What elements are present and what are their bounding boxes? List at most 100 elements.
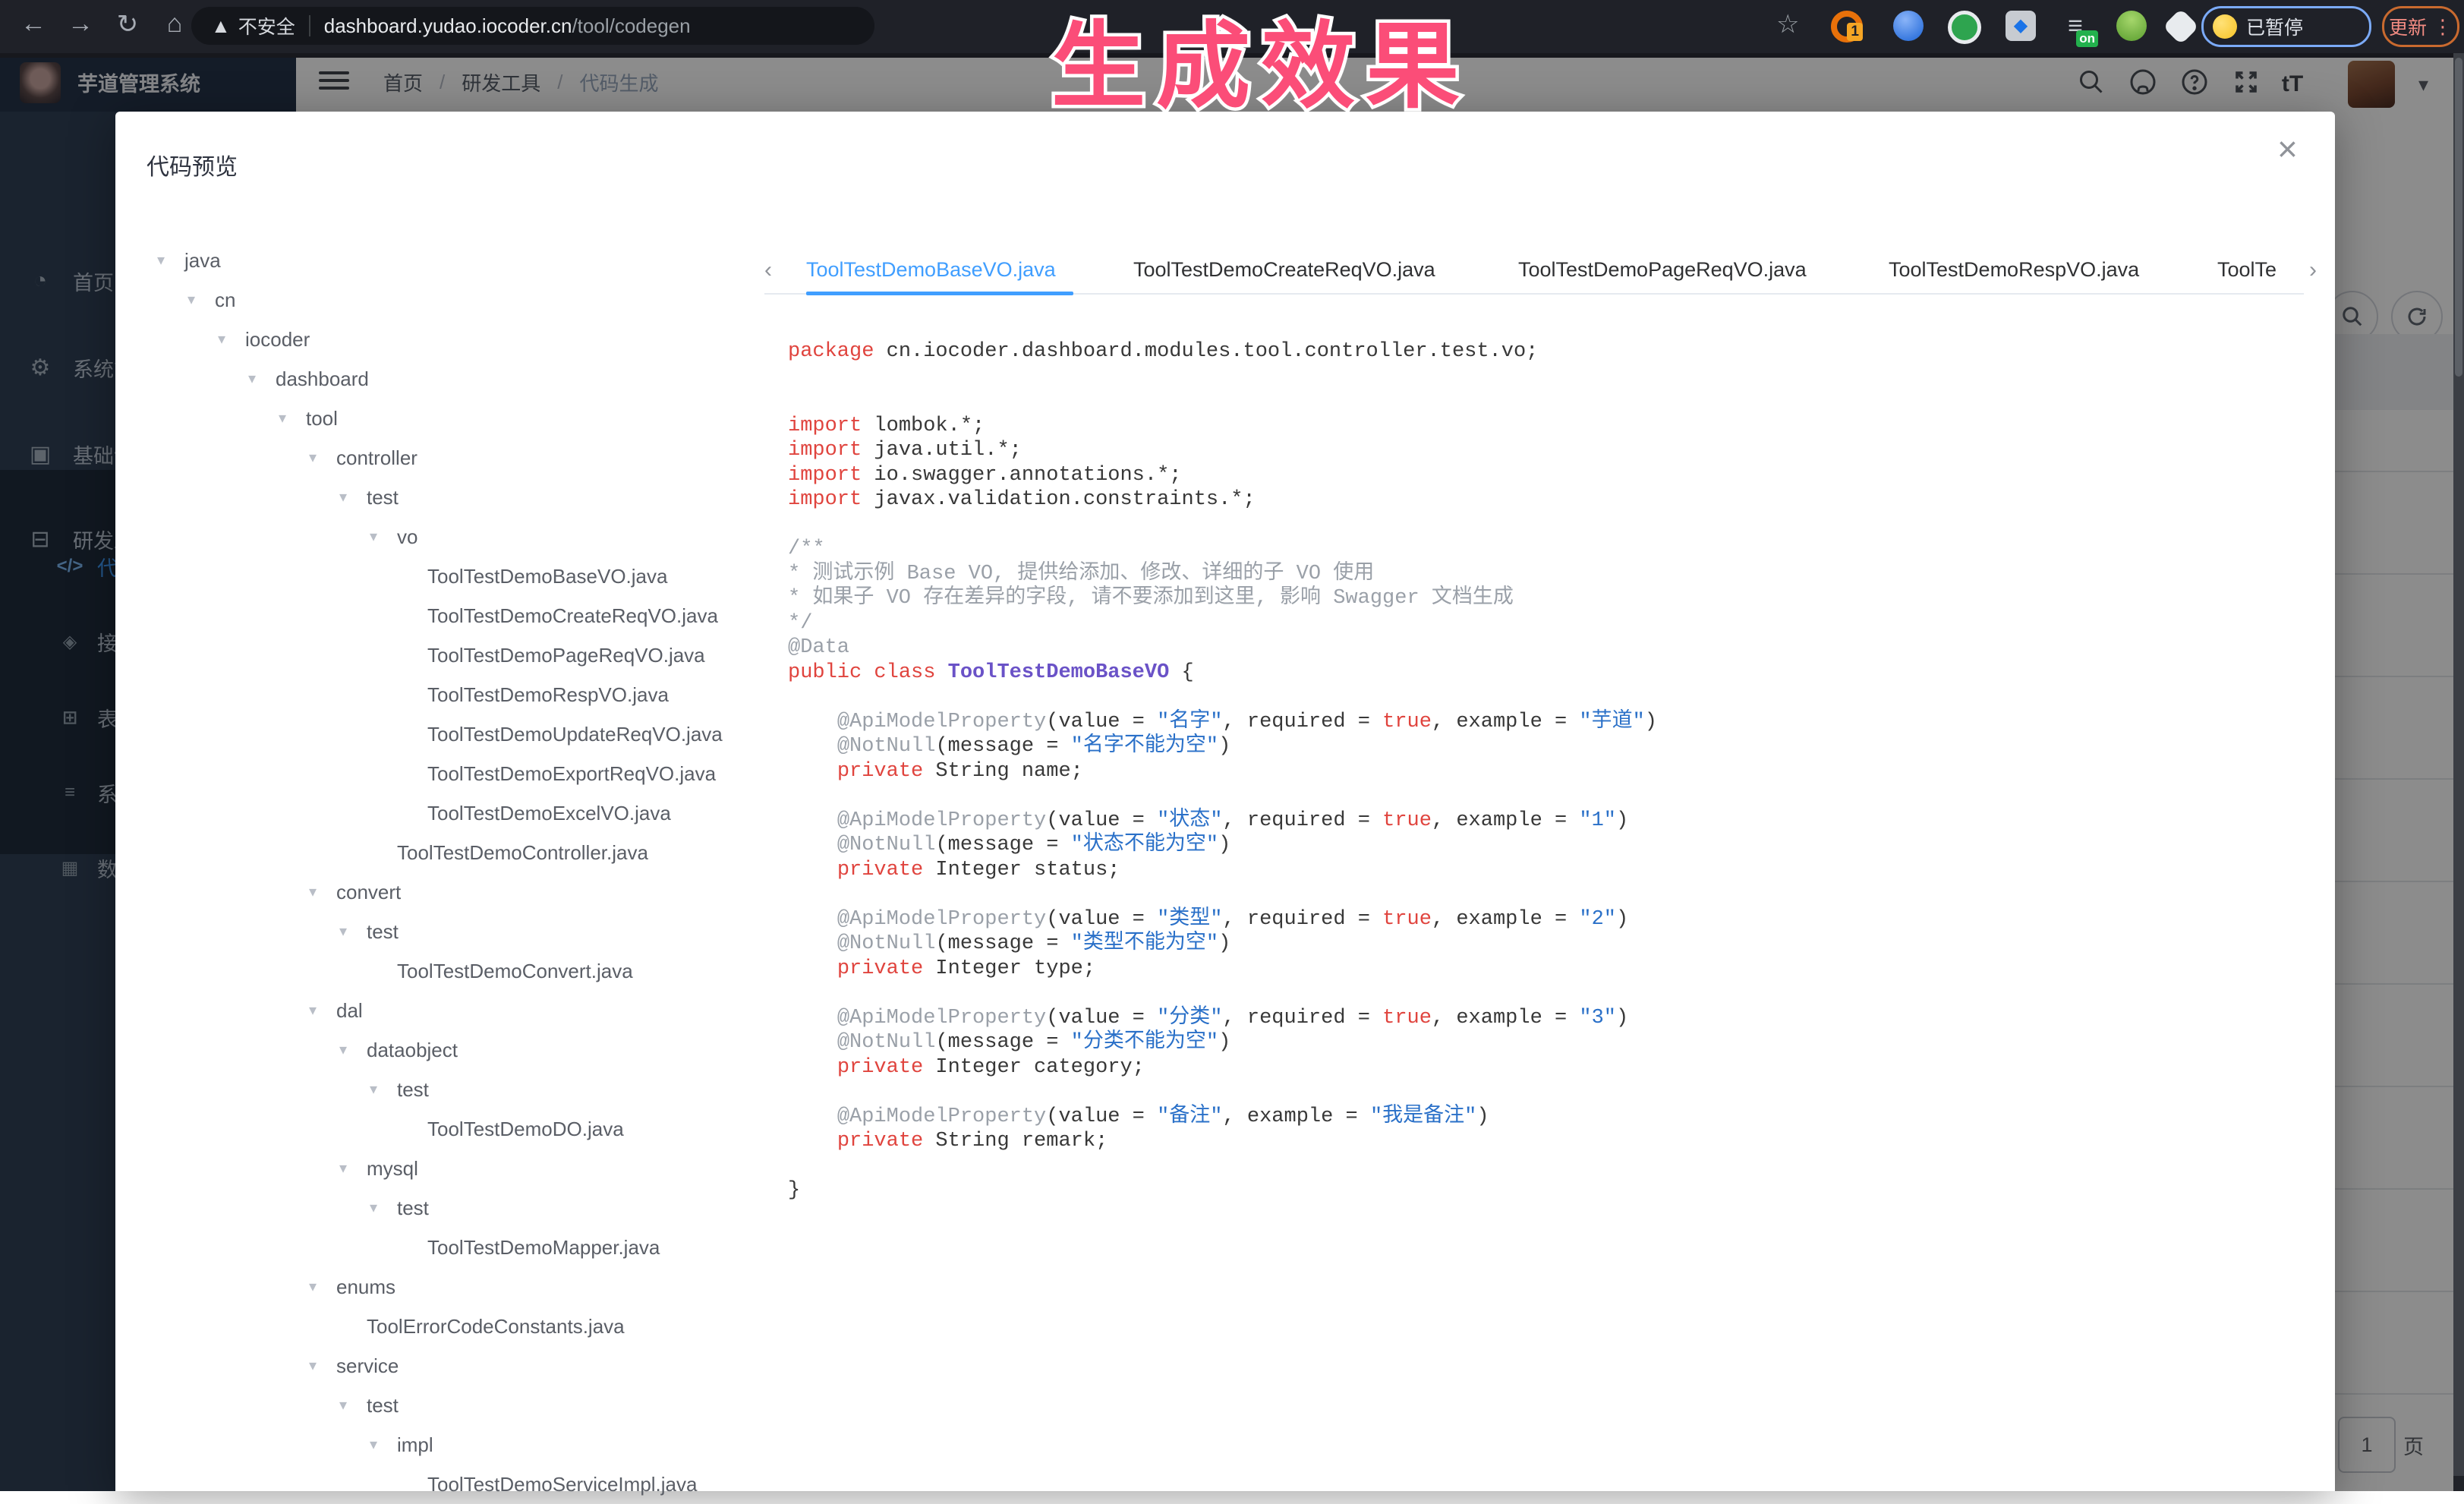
tab-2[interactable]: ToolTestDemoCreateReqVO.java xyxy=(1133,252,1435,287)
warning-icon: ▲ xyxy=(211,14,231,38)
tree-folder[interactable]: ▾dal xyxy=(131,991,768,1030)
tree-folder[interactable]: ▾test xyxy=(131,478,768,517)
file-tree: ▾java▾cn▾iocoder▾dashboard▾tool▾controll… xyxy=(131,241,768,1504)
browser-reload-icon[interactable]: ↻ xyxy=(111,9,144,39)
code-line: package cn.iocoder.dashboard.modules.too… xyxy=(788,339,2299,364)
tree-expand-icon[interactable]: ▾ xyxy=(339,478,367,517)
tree-file[interactable]: ToolErrorCodeConstants.java xyxy=(131,1307,768,1346)
tree-expand-icon[interactable]: ▾ xyxy=(309,991,336,1030)
tree-expand-icon[interactable]: ▾ xyxy=(218,320,245,359)
close-icon[interactable]: × xyxy=(2277,131,2298,166)
tree-folder[interactable]: ▾controller xyxy=(131,438,768,478)
code-line: @ApiModelProperty(value = "状态", required… xyxy=(788,809,2299,834)
code-line: import java.util.*; xyxy=(788,438,2299,463)
tree-expand-icon[interactable]: ▾ xyxy=(309,872,336,912)
tab-1[interactable]: ToolTestDemoBaseVO.java xyxy=(806,252,1056,287)
tree-expand-icon[interactable]: ▾ xyxy=(157,241,184,280)
tree-expand-icon[interactable]: ▾ xyxy=(339,1149,367,1188)
tree-file[interactable]: ToolTestDemoDO.java xyxy=(131,1109,768,1149)
tree-folder[interactable]: ▾service xyxy=(131,1346,768,1386)
extension-sprout-icon[interactable] xyxy=(2116,11,2147,41)
code-line: import javax.validation.constraints.*; xyxy=(788,487,2299,512)
tree-folder[interactable]: ▾enums xyxy=(131,1267,768,1307)
tree-folder[interactable]: ▾iocoder xyxy=(131,320,768,359)
tree-file[interactable]: ToolTestDemoCreateReqVO.java xyxy=(131,596,768,635)
tree-expand-icon[interactable]: ▾ xyxy=(187,280,215,320)
extension-diamond-icon[interactable]: ◆ xyxy=(2006,11,2036,41)
code-line xyxy=(788,364,2299,389)
browser-forward-icon[interactable]: → xyxy=(64,9,97,39)
tree-expand-icon[interactable]: ▾ xyxy=(248,359,276,399)
browser-back-icon[interactable]: ← xyxy=(17,9,50,39)
tree-file[interactable]: ToolTestDemoServiceImpl.java xyxy=(131,1465,768,1504)
tree-folder[interactable]: ▾java xyxy=(131,241,768,280)
tree-folder[interactable]: ▾dashboard xyxy=(131,359,768,399)
tree-folder[interactable]: ▾cn xyxy=(131,280,768,320)
code-line: /** xyxy=(788,537,2299,562)
tree-folder[interactable]: ▾test xyxy=(131,1386,768,1425)
tree-file[interactable]: ToolTestDemoMapper.java xyxy=(131,1228,768,1267)
extensions-puzzle-icon[interactable] xyxy=(2163,8,2199,45)
extension-green-icon[interactable] xyxy=(1948,11,1981,44)
emoji-face-icon xyxy=(2213,14,2237,39)
paused-extension-pill[interactable]: 已暂停 xyxy=(2201,6,2371,47)
tree-file[interactable]: ToolTestDemoRespVO.java xyxy=(131,675,768,714)
tree-expand-icon[interactable]: ▾ xyxy=(370,1425,397,1465)
tree-folder[interactable]: ▾test xyxy=(131,1188,768,1228)
code-line: @ApiModelProperty(value = "类型", required… xyxy=(788,907,2299,932)
code-line xyxy=(788,685,2299,710)
tree-folder[interactable]: ▾dataobject xyxy=(131,1030,768,1070)
tree-folder[interactable]: ▾tool xyxy=(131,399,768,438)
code-line: private Integer status; xyxy=(788,858,2299,883)
browser-home-icon[interactable]: ⌂ xyxy=(158,9,191,39)
tree-file[interactable]: ToolTestDemoUpdateReqVO.java xyxy=(131,714,768,754)
tree-file[interactable]: ToolTestDemoBaseVO.java xyxy=(131,557,768,596)
code-line: import io.swagger.annotations.*; xyxy=(788,463,2299,488)
tree-expand-icon[interactable]: ▾ xyxy=(370,1188,397,1228)
code-preview-modal: 代码预览 × ▾java▾cn▾iocoder▾dashboard▾tool▾c… xyxy=(115,112,2335,1491)
address-divider xyxy=(309,15,310,36)
tab-4[interactable]: ToolTestDemoRespVO.java xyxy=(1889,252,2139,287)
tree-expand-icon[interactable]: ▾ xyxy=(370,517,397,557)
tree-expand-icon[interactable]: ▾ xyxy=(309,1346,336,1386)
extension-blue-pin-icon[interactable] xyxy=(1893,11,1924,41)
tree-expand-icon[interactable]: ▾ xyxy=(309,438,336,478)
tree-expand-icon[interactable]: ▾ xyxy=(339,912,367,951)
extension-orange-icon[interactable]: 1 xyxy=(1831,11,1863,43)
tree-expand-icon[interactable]: ▾ xyxy=(370,1070,397,1109)
tabs-next-icon[interactable]: › xyxy=(2309,257,2317,283)
tree-expand-icon[interactable]: ▾ xyxy=(279,399,306,438)
address-bar[interactable]: ▲ 不安全 dashboard.yudao.iocoder.cn/tool/co… xyxy=(191,7,874,45)
tree-expand-icon[interactable]: ▾ xyxy=(339,1386,367,1425)
tree-folder[interactable]: ▾vo xyxy=(131,517,768,557)
tree-file[interactable]: ToolTestDemoController.java xyxy=(131,833,768,872)
code-line: } xyxy=(788,1178,2299,1203)
code-line xyxy=(788,1080,2299,1105)
tree-file[interactable]: ToolTestDemoConvert.java xyxy=(131,951,768,991)
tree-file[interactable]: ToolTestDemoExportReqVO.java xyxy=(131,754,768,793)
code-viewer: package cn.iocoder.dashboard.modules.too… xyxy=(788,339,2299,1203)
browser-menu-icon[interactable]: ⋮ xyxy=(2433,15,2453,39)
browser-update-button[interactable]: 更新 ⋮ xyxy=(2382,6,2459,47)
tab-3[interactable]: ToolTestDemoPageReqVO.java xyxy=(1518,252,1807,287)
tree-folder[interactable]: ▾convert xyxy=(131,872,768,912)
modal-title: 代码预览 xyxy=(147,148,238,181)
tabs-active-underline xyxy=(806,292,1073,295)
extension-list-icon[interactable]: ≡ on xyxy=(2060,11,2091,41)
tree-folder[interactable]: ▾test xyxy=(131,912,768,951)
code-line: import lombok.*; xyxy=(788,414,2299,439)
browser-scrollbar[interactable] xyxy=(2453,53,2464,1491)
tree-file[interactable]: ToolTestDemoExcelVO.java xyxy=(131,793,768,833)
tree-file[interactable]: ToolTestDemoPageReqVO.java xyxy=(131,635,768,675)
tree-expand-icon[interactable]: ▾ xyxy=(309,1267,336,1307)
code-line: public class ToolTestDemoBaseVO { xyxy=(788,661,2299,686)
tabs-prev-icon[interactable]: ‹ xyxy=(764,257,772,283)
code-line: @NotNull(message = "分类不能为空") xyxy=(788,1030,2299,1055)
tree-folder[interactable]: ▾mysql xyxy=(131,1149,768,1188)
scrollbar-corner xyxy=(2453,1476,2464,1491)
tree-folder[interactable]: ▾impl xyxy=(131,1425,768,1465)
tree-expand-icon[interactable]: ▾ xyxy=(339,1030,367,1070)
bookmark-star-icon[interactable]: ☆ xyxy=(1776,9,1799,39)
tree-folder[interactable]: ▾test xyxy=(131,1070,768,1109)
tab-5[interactable]: ToolTe xyxy=(2217,252,2277,287)
